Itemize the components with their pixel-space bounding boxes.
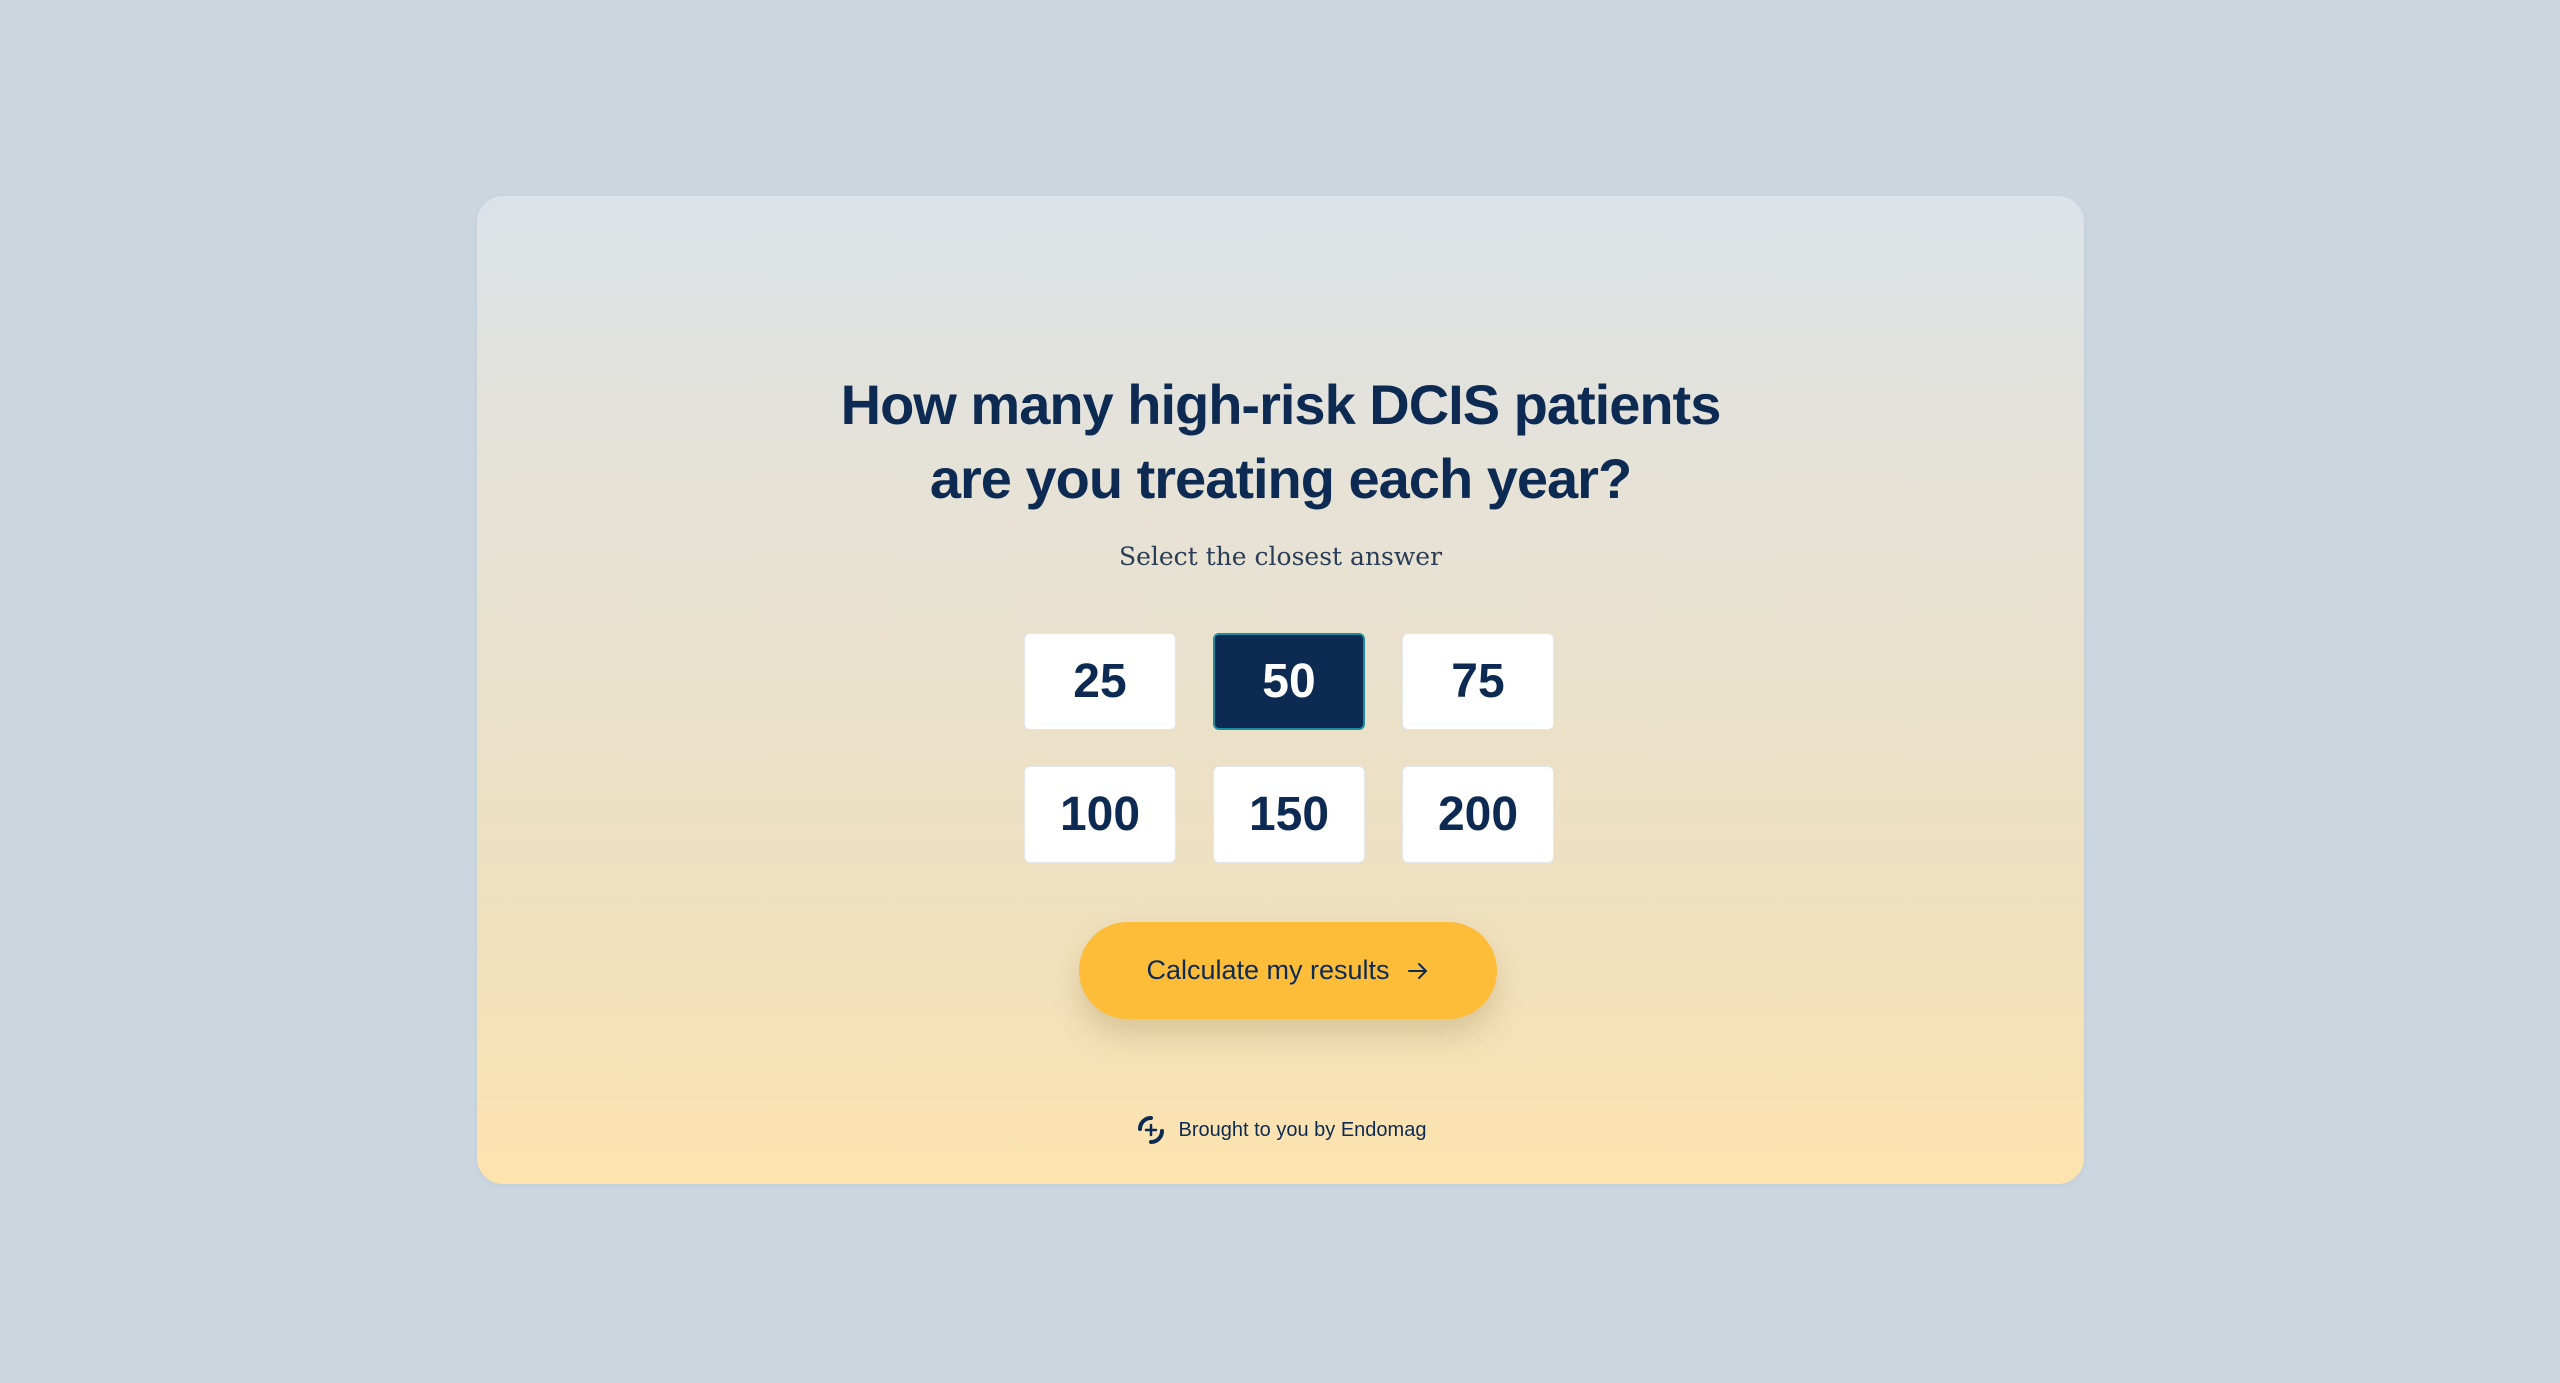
question-line-1: How many high-risk DCIS patients — [840, 373, 1722, 436]
subtitle: Select the closest answer — [1118, 542, 1443, 571]
footer-credit: Brought to you by Endomag — [477, 1114, 2084, 1146]
option-150[interactable]: 150 — [1213, 766, 1365, 863]
question-line-2: are you treating each year? — [929, 447, 1632, 510]
option-50[interactable]: 50 — [1213, 633, 1365, 730]
calculate-results-label: Calculate my results — [1146, 955, 1390, 985]
calculate-results-button[interactable]: Calculate my results — [1079, 922, 1497, 1019]
question-heading: How many high-risk DCIS patients are you… — [477, 368, 2084, 516]
option-200[interactable]: 200 — [1402, 766, 1554, 863]
answer-options: 25 50 75 100 150 200 — [1024, 633, 1555, 863]
option-100[interactable]: 100 — [1024, 766, 1176, 863]
option-25[interactable]: 25 — [1024, 633, 1176, 730]
endomag-logo-icon — [1135, 1114, 1167, 1146]
footer-text: Brought to you by Endomag — [1178, 1118, 1427, 1141]
quiz-card: How many high-risk DCIS patients are you… — [477, 196, 2084, 1184]
arrow-right-icon — [1406, 959, 1430, 983]
option-75[interactable]: 75 — [1402, 633, 1554, 730]
